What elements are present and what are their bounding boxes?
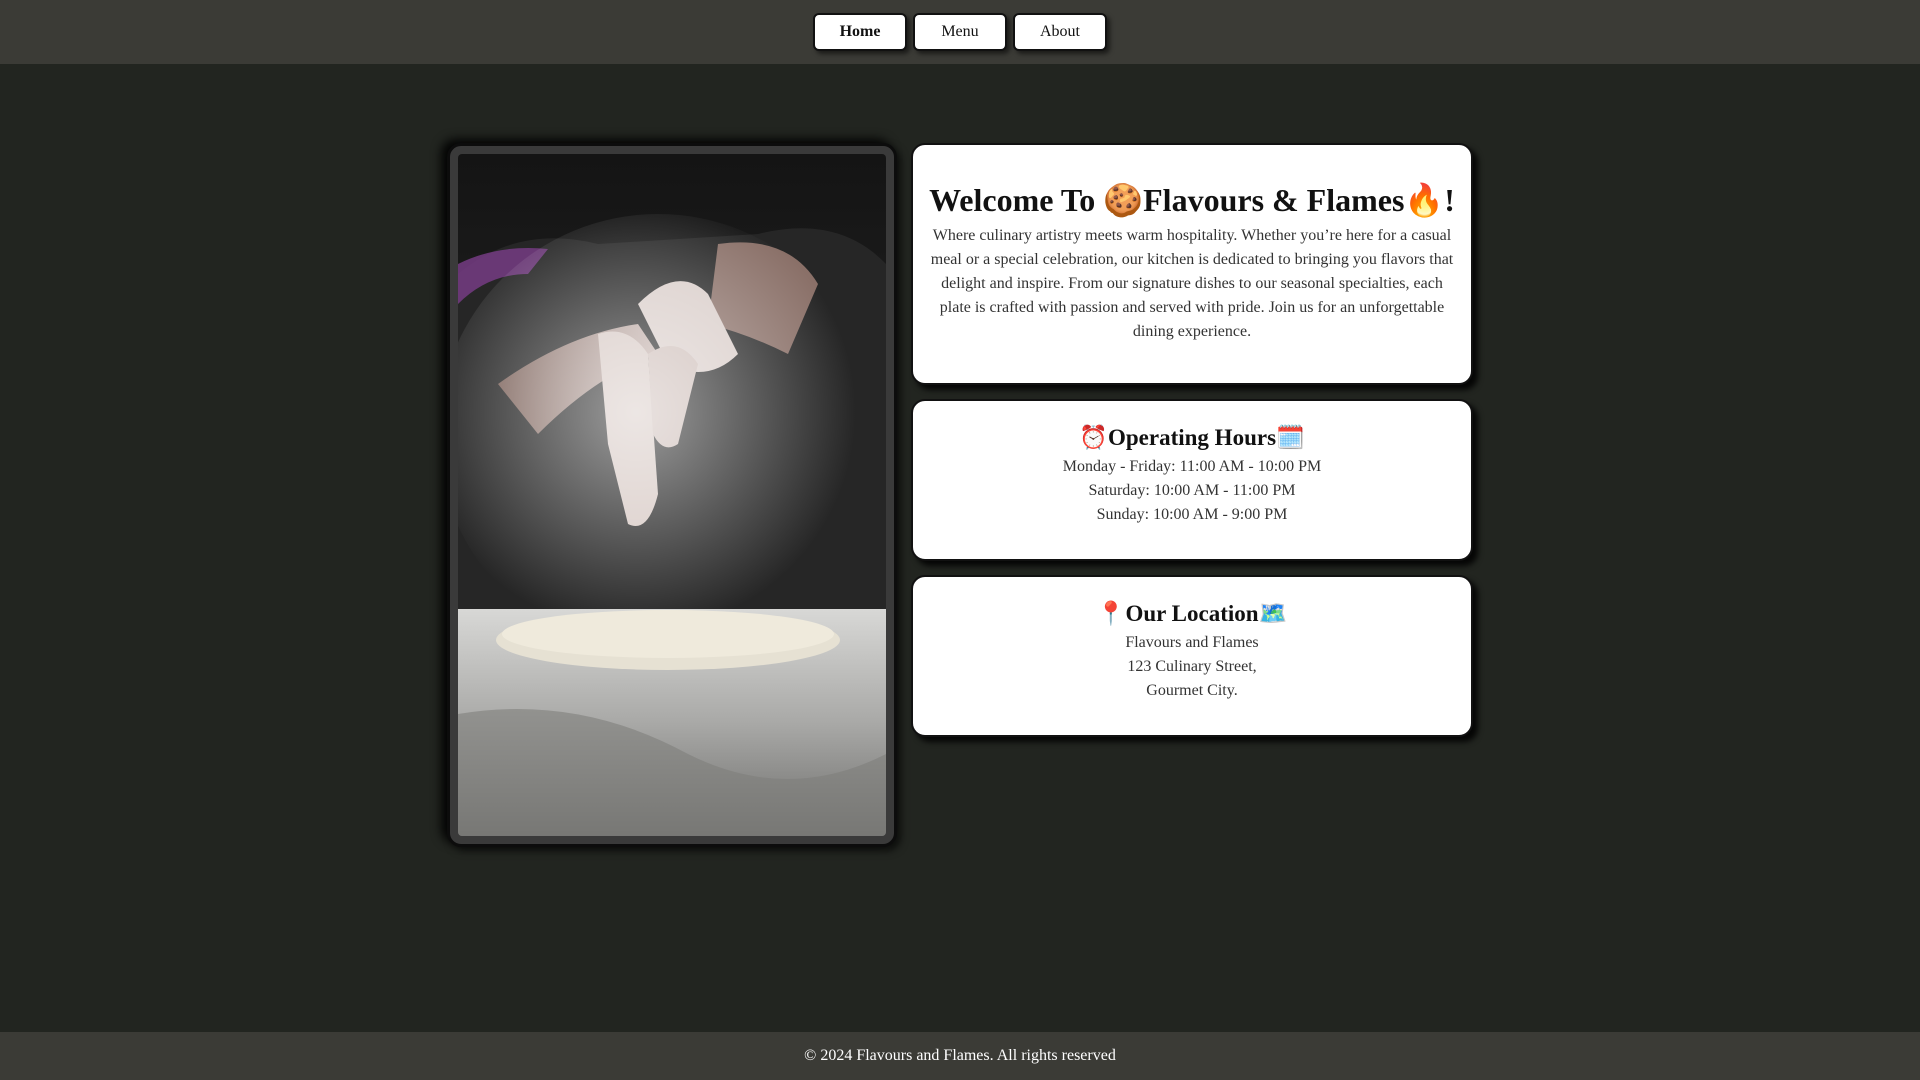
cookie-icon: 🍪 <box>1103 181 1144 219</box>
location-title: 📍Our Location🗺️ <box>929 600 1455 627</box>
operating-hours-label: Operating Hours <box>1107 425 1277 450</box>
location-label: Our Location <box>1125 601 1259 626</box>
copyright-text: © 2024 Flavours and Flames. All rights r… <box>804 1047 1116 1064</box>
address-street: 123 Culinary Street, <box>1127 658 1257 675</box>
hero-photo-frame <box>447 143 897 847</box>
nav-home-button[interactable]: Home <box>813 13 907 51</box>
welcome-card: Welcome To 🍪Flavours & Flames🔥! Where cu… <box>911 143 1473 385</box>
alarm-clock-icon: ⏰ <box>1079 425 1108 451</box>
map-icon: 🗺️ <box>1258 601 1288 627</box>
restaurant-name: Flavours & Flames <box>1143 182 1405 218</box>
welcome-title-suffix: ! <box>1444 182 1455 218</box>
location-card: 📍Our Location🗺️ Flavours and Flames 123 … <box>911 575 1473 737</box>
hours-list: Monday - Friday: 11:00 AM - 10:00 PM Sat… <box>929 455 1455 527</box>
hero-photo <box>458 154 886 836</box>
welcome-title: Welcome To 🍪Flavours & Flames🔥! <box>929 181 1455 219</box>
calendar-icon: 🗓️ <box>1276 425 1305 451</box>
address-name: Flavours and Flames <box>1125 634 1259 651</box>
nav-menu-button[interactable]: Menu <box>913 13 1007 51</box>
hours-weekdays: Monday - Friday: 11:00 AM - 10:00 PM <box>1062 458 1322 475</box>
address-block: Flavours and Flames 123 Culinary Street,… <box>929 631 1455 703</box>
fire-icon: 🔥 <box>1404 181 1445 219</box>
pin-icon: 📍 <box>1096 601 1126 627</box>
operating-hours-card: ⏰Operating Hours🗓️ Monday - Friday: 11:0… <box>911 399 1473 561</box>
welcome-title-prefix: Welcome To <box>929 182 1104 218</box>
page-footer: © 2024 Flavours and Flames. All rights r… <box>0 1032 1920 1080</box>
welcome-body: Where culinary artistry meets warm hospi… <box>930 227 1454 340</box>
hours-saturday: Saturday: 10:00 AM - 11:00 PM <box>1088 482 1296 499</box>
top-nav-bar: Home Menu About <box>0 0 1920 64</box>
hours-sunday: Sunday: 10:00 AM - 9:00 PM <box>1096 506 1288 523</box>
operating-hours-title: ⏰Operating Hours🗓️ <box>929 424 1455 451</box>
nav-about-button[interactable]: About <box>1013 13 1107 51</box>
address-city: Gourmet City. <box>1146 682 1238 699</box>
